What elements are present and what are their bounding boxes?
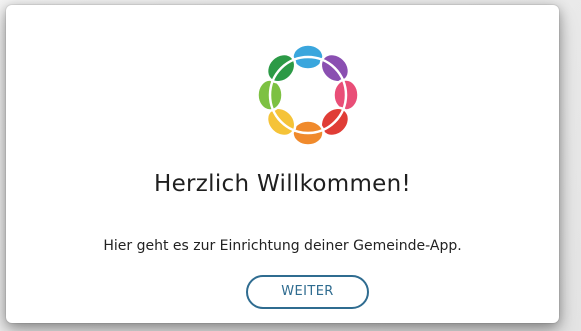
welcome-card: Herzlich Willkommen! Hier geht es zur Ei… [6, 5, 559, 323]
continue-button[interactable]: WEITER [246, 275, 369, 309]
welcome-subtitle: Hier geht es zur Einrichtung deiner Geme… [103, 238, 462, 254]
background: Herzlich Willkommen! Hier geht es zur Ei… [0, 0, 581, 331]
logo-petals [256, 43, 360, 147]
flower-logo-icon [256, 43, 360, 147]
welcome-title: Herzlich Willkommen! [153, 171, 412, 197]
